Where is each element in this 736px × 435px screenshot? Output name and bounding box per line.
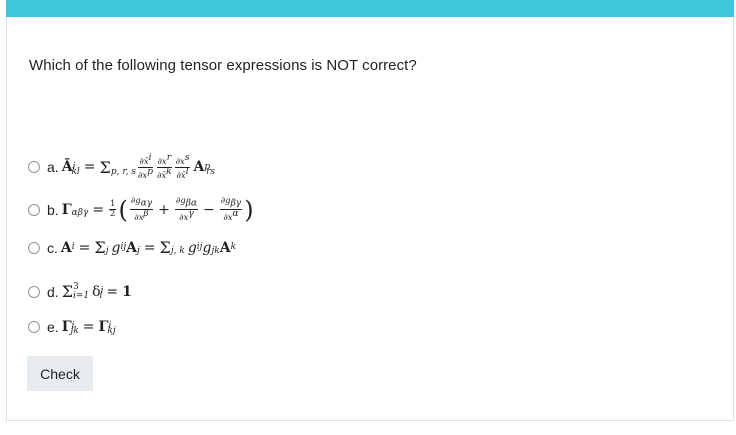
answer-letter-b: b. <box>47 201 59 218</box>
radio-button-a[interactable] <box>28 161 40 174</box>
answer-option-a[interactable]: a. Ā i kl = Σp, r, s ∂x̄i ∂xp ∂xr ∂x̄k ∂xs ∂… <box>28 154 215 181</box>
answer-math-e: Γi jk = Γi kj <box>61 318 116 336</box>
answer-letter-c: c. <box>47 239 58 256</box>
answer-letter-a: a. <box>47 159 59 176</box>
radio-button-e[interactable] <box>28 320 40 333</box>
answer-math-d: Σ 3 i=1 δii = 1 <box>61 281 132 301</box>
answer-letter-e: e. <box>47 318 59 335</box>
header-accent-bar <box>6 0 734 17</box>
answer-math-c: Ai = Σj g ij Aj = Σj, k g ij g jk Ak <box>60 238 237 257</box>
answer-option-e[interactable]: e. Γi jk = Γi kj <box>28 317 116 336</box>
radio-button-d[interactable] <box>28 285 40 298</box>
answer-letter-d: d. <box>47 283 59 300</box>
radio-button-c[interactable] <box>28 241 40 254</box>
question-text: Which of the following tensor expression… <box>29 57 417 74</box>
radio-button-b[interactable] <box>28 203 40 216</box>
answer-option-d[interactable]: d. Σ 3 i=1 δii = 1 <box>28 282 132 301</box>
check-button[interactable]: Check <box>27 356 93 391</box>
answer-math-b: Γαβγ = 12 ( ∂gαγ ∂xβ + ∂gβα ∂xγ − ∂gβγ ∂xα … <box>61 195 254 224</box>
answer-math-a: Ā i kl = Σp, r, s ∂x̄i ∂xp ∂xr ∂x̄k ∂xs ∂x̄l… <box>61 153 216 181</box>
answer-option-c[interactable]: c. Ai = Σj g ij Aj = Σj, k g ij g jk Ak <box>28 238 236 257</box>
answer-option-b[interactable]: b. Γαβγ = 12 ( ∂gαγ ∂xβ + ∂gβα ∂xγ − ∂gβγ ∂… <box>28 197 255 222</box>
